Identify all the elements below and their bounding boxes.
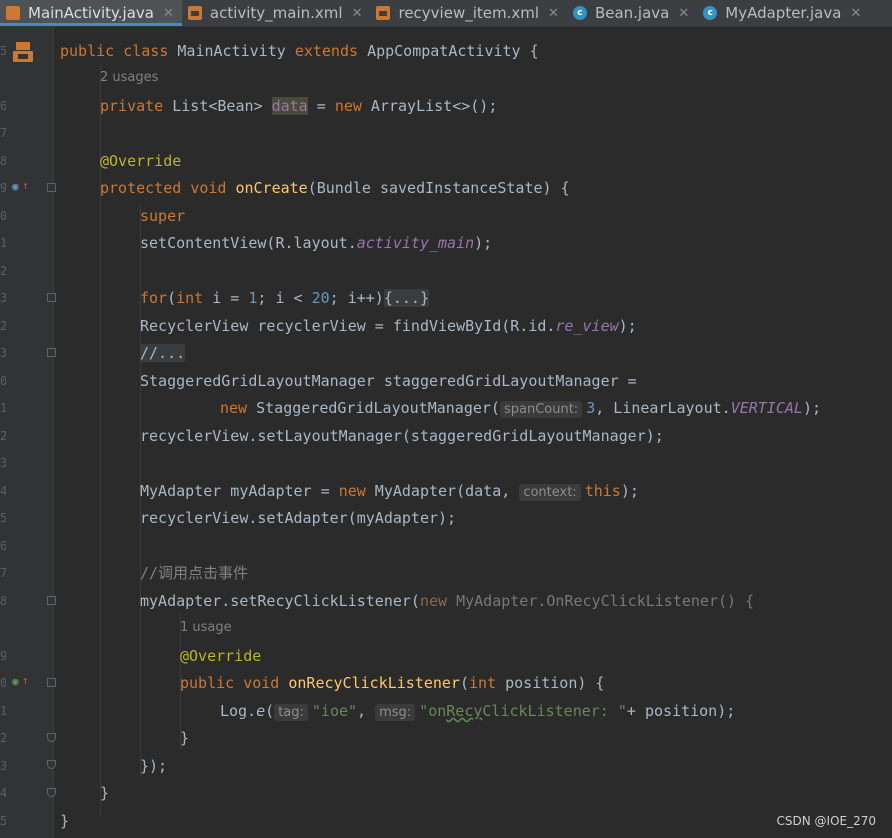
usages-hint[interactable]: 1 usage [180,620,232,635]
annotation[interactable]: @Override [100,150,181,172]
line-number: 8 [0,594,6,608]
comment-line[interactable]: //调用点击事件 [140,562,248,584]
xml-file-icon [376,6,391,20]
line-number: 3 [0,291,6,305]
close-icon[interactable]: ✕ [548,6,559,21]
line-number: 3 [0,346,6,360]
close-icon[interactable]: ✕ [678,6,689,21]
line-number: 4 [0,484,6,498]
param-hint: tag: [274,704,308,721]
code-line[interactable]: protected void onCreate(Bundle savedInst… [100,177,570,199]
xml-file-icon [187,6,202,20]
code-line[interactable]: }); [140,755,167,777]
folded-comment: //... [140,344,186,362]
line-number: 2 [0,319,6,333]
tab-label: MainActivity.java [28,4,154,22]
code-line[interactable]: private List<Bean> data = new ArrayList<… [100,95,497,117]
code-line[interactable]: super [140,205,185,227]
fold-end-marker[interactable] [47,760,56,769]
code-line[interactable]: for(int i = 1; i < 20; i++){...} [140,287,429,309]
folded-block: {...} [383,289,429,307]
param-hint: context: [519,484,581,501]
line-number: 9 [0,181,6,195]
line-number: 1 [0,401,6,415]
param-hint: spanCount: [499,401,583,418]
code-line[interactable]: } [100,782,109,804]
tab-activity-main-xml[interactable]: activity_main.xml ✕ [182,0,371,26]
line-number: 5 [0,814,6,828]
arrow-up-icon[interactable]: ↑ [22,180,29,192]
tab-label: activity_main.xml [209,4,343,22]
line-number: 2 [0,731,6,745]
close-icon[interactable]: ✕ [850,6,861,21]
watermark: CSDN @IOE_270 [776,814,877,828]
override-indicator-icon[interactable]: ◉ [12,181,19,193]
line-number: 5 [0,511,6,525]
code-line[interactable]: new StaggeredGridLayoutManager(spanCount… [220,397,821,419]
code-line[interactable]: //... [140,342,186,364]
class-icon: c [703,6,718,20]
line-number: 3 [0,759,6,773]
code-line[interactable]: } [180,727,189,749]
close-icon[interactable]: ✕ [352,6,363,21]
fold-toggle[interactable] [47,596,56,605]
fold-toggle[interactable] [47,183,56,192]
fold-toggle[interactable] [47,348,56,357]
code-line[interactable]: public class MainActivity extends AppCom… [60,40,539,62]
line-number: 2 [0,429,6,443]
implement-indicator-icon[interactable]: ◉ [12,676,19,688]
java-file-icon [6,6,20,20]
line-number: 0 [0,374,6,388]
line-number: 3 [0,456,6,470]
line-number: 6 [0,99,6,113]
line-number: 6 [0,539,6,553]
code-line[interactable]: recyclerView.setLayoutManager(staggeredG… [140,425,664,447]
tab-myadapter-java[interactable]: c MyAdapter.java ✕ [697,0,869,26]
code-line[interactable]: myAdapter.setRecyClickListener(new MyAda… [140,590,754,612]
line-number: 4 [0,786,6,800]
code-line[interactable]: recyclerView.setAdapter(myAdapter); [140,507,456,529]
code-line[interactable]: setContentView(R.layout.activity_main); [140,232,492,254]
code-line[interactable]: Log.e(tag: "ioe", msg: "onRecyClickListene… [220,700,735,722]
line-number: 1 [0,236,6,250]
code-line[interactable]: public void onRecyClickListener(int posi… [180,672,604,694]
line-number: 8 [0,154,6,168]
fold-end-marker[interactable] [47,788,56,797]
tab-mainactivity-java[interactable]: MainActivity.java ✕ [0,0,182,26]
param-hint: msg: [375,704,416,721]
tab-bean-java[interactable]: c Bean.java ✕ [567,0,697,26]
line-number: 2 [0,264,6,278]
fold-toggle[interactable] [47,678,56,687]
code-line[interactable]: RecyclerView recyclerView = findViewById… [140,315,637,337]
line-number: 5 [0,44,6,58]
class-icon: c [572,6,587,20]
line-number: 1 [0,704,6,718]
fold-toggle[interactable] [47,293,56,302]
tab-label: Bean.java [594,4,670,22]
java-class-gutter-icon [13,42,33,62]
editor-tab-bar: MainActivity.java ✕ activity_main.xml ✕ … [0,0,892,27]
fold-end-marker[interactable] [47,733,56,742]
close-icon[interactable]: ✕ [163,6,174,21]
code-line[interactable]: } [60,810,69,832]
line-number: 7 [0,566,6,580]
line-number: 0 [0,676,6,690]
code-line[interactable]: MyAdapter myAdapter = new MyAdapter(data… [140,480,639,502]
tab-label: MyAdapter.java [725,4,842,22]
line-number: 9 [0,649,6,663]
annotation[interactable]: @Override [180,645,261,667]
usages-hint[interactable]: 2 usages [100,70,158,85]
tab-label: recyview_item.xml [398,4,540,22]
line-number: 7 [0,126,6,140]
arrow-up-icon[interactable]: ↑ [22,675,29,687]
tab-recyview-item-xml[interactable]: recyview_item.xml ✕ [370,0,566,26]
editor-gutter [0,26,54,838]
code-line[interactable]: StaggeredGridLayoutManager staggeredGrid… [140,370,637,392]
line-number: 0 [0,209,6,223]
